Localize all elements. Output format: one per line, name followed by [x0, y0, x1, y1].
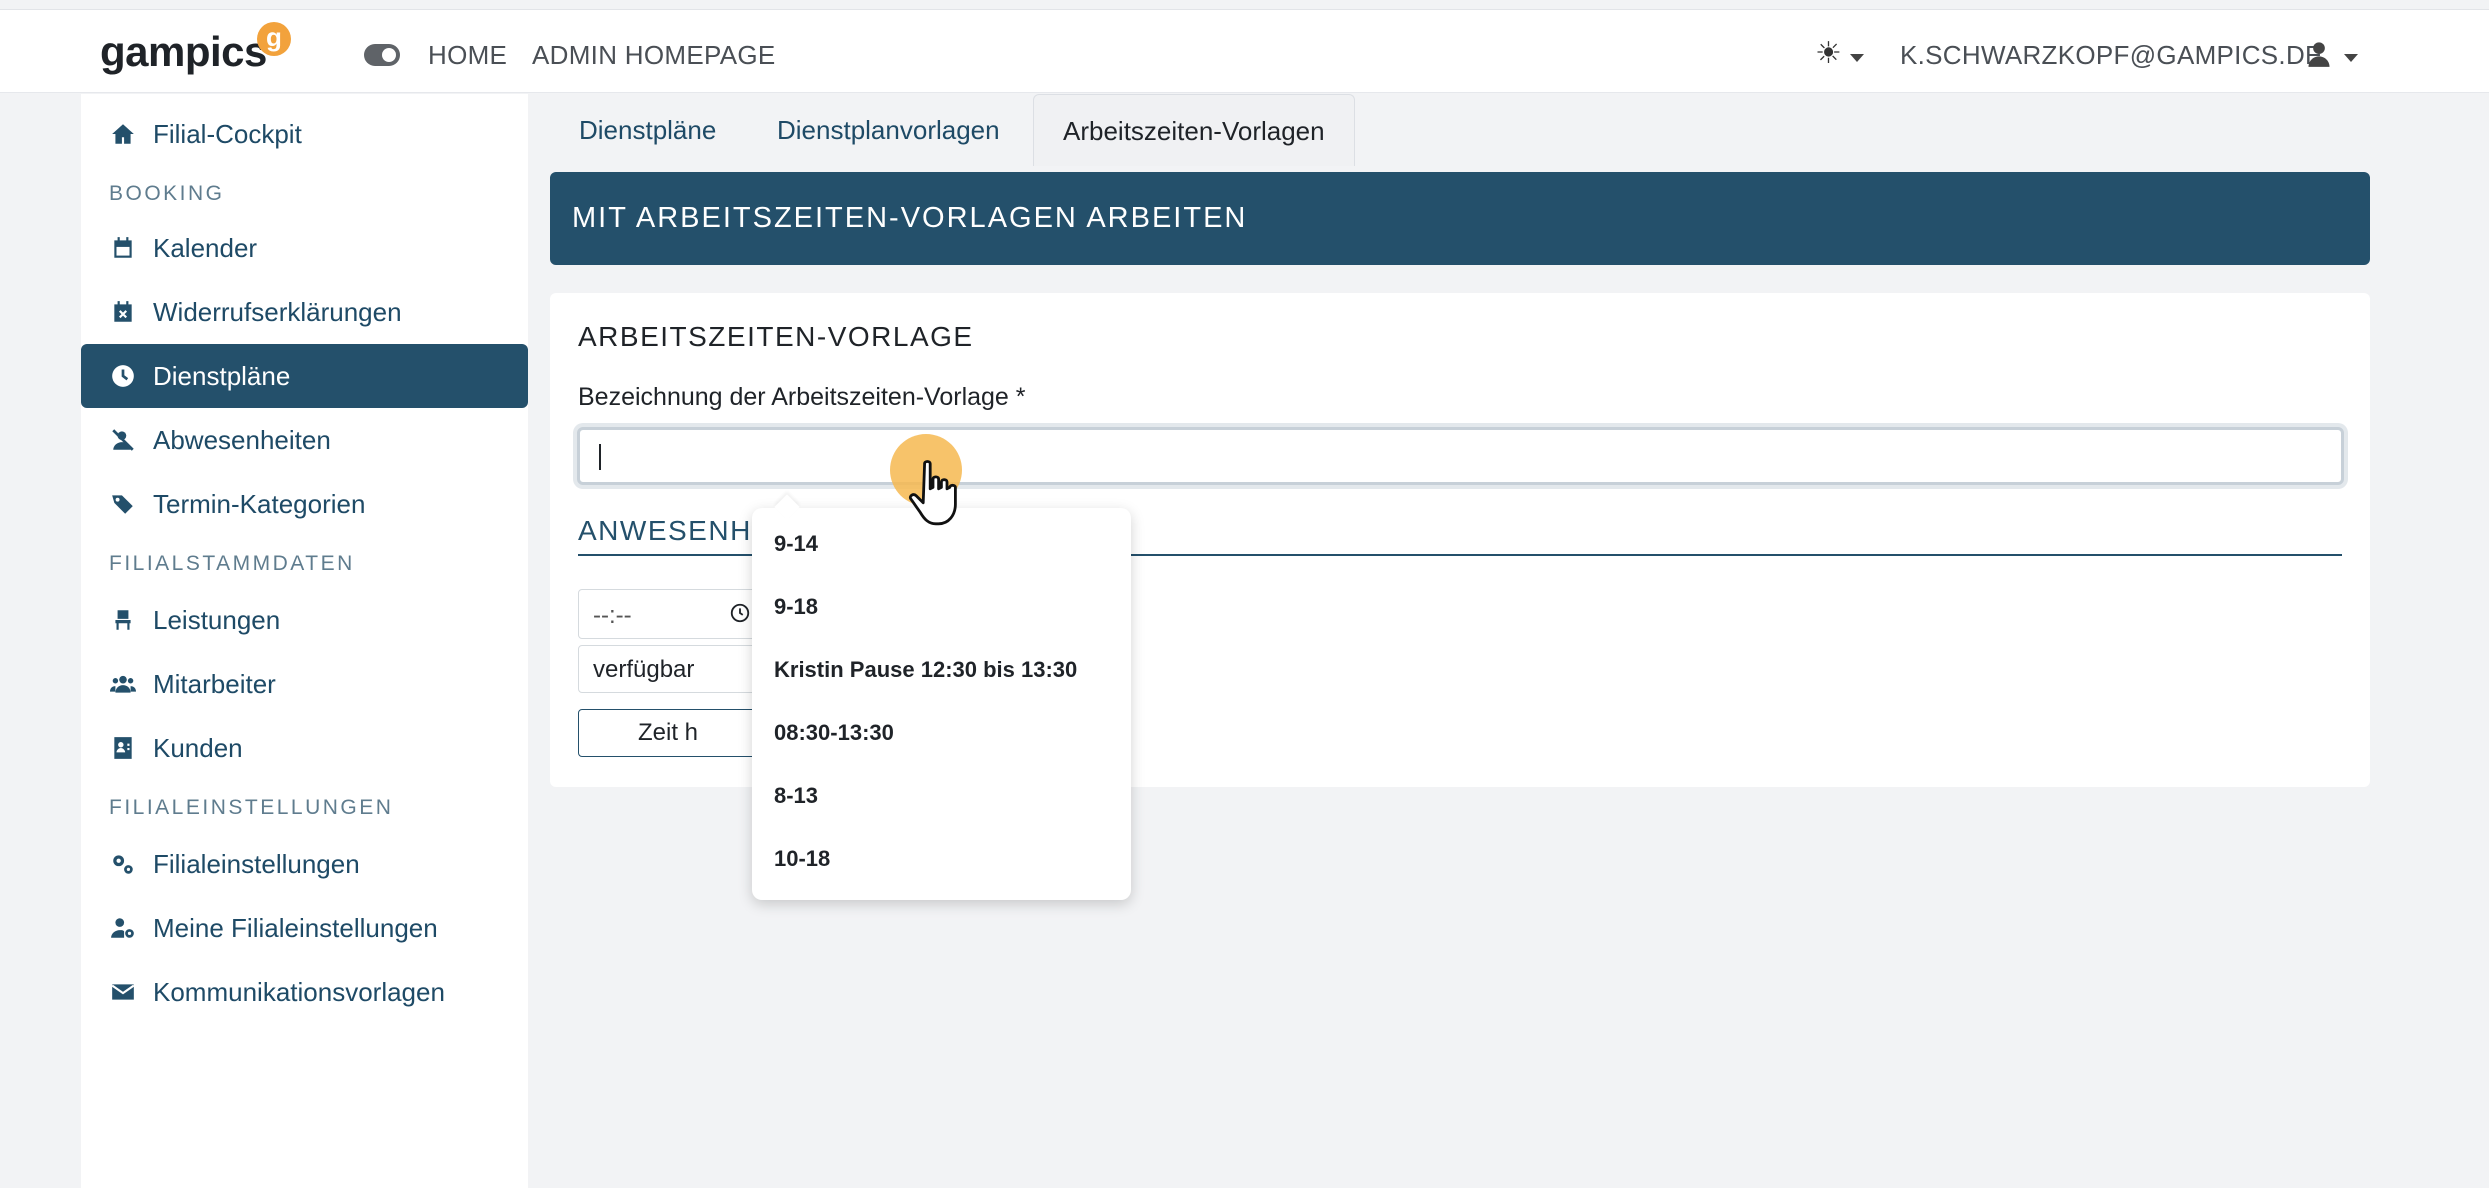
top-navbar: gampics g HOME ADMIN HOMEPAGE ☀ K.SCHWAR…	[0, 10, 2489, 93]
sidebar-item-meine-filialeinstellungen[interactable]: Meine Filialeinstellungen	[81, 896, 528, 960]
home-icon	[109, 120, 137, 148]
calendar-x-icon	[109, 298, 137, 326]
sidebar-toggle[interactable]	[364, 44, 400, 66]
sidebar-item-mitarbeiter[interactable]: Mitarbeiter	[81, 652, 528, 716]
sidebar-item-kunden[interactable]: Kunden	[81, 716, 528, 780]
sidebar-item-label: Kunden	[153, 732, 243, 763]
tab-dienstplanvorlagen[interactable]: Dienstplanvorlagen	[748, 94, 1029, 166]
sidebar-item-label: Abwesenheiten	[153, 424, 331, 455]
section-title-anwesenheit: ANWESENHE	[578, 515, 772, 546]
page-title-banner: MIT ARBEITSZEITEN-VORLAGEN ARBEITEN	[550, 172, 2370, 265]
sidebar-heading-filialstammdaten: FILIALSTAMMDATEN	[109, 552, 355, 575]
dropdown-option[interactable]: Kristin Pause 12:30 bis 13:30	[774, 657, 1077, 683]
sidebar-item-label: Dienstpläne	[153, 360, 291, 391]
sidebar-item-label: Kalender	[153, 232, 258, 263]
card-title: ARBEITSZEITEN-VORLAGE	[578, 321, 974, 352]
hand-cursor-icon	[908, 460, 957, 526]
name-input[interactable]	[577, 427, 2344, 485]
text-caret	[599, 444, 601, 470]
sidebar-item-label: Widerrufserklärungen	[153, 296, 402, 327]
availability-select[interactable]: verfügbar	[578, 645, 758, 693]
name-field-label: Bezeichnung der Arbeitszeiten-Vorlage *	[578, 383, 1026, 411]
dropdown-option[interactable]: 8-13	[774, 783, 818, 809]
sidebar-item-label: Filialeinstellungen	[153, 848, 360, 879]
window-top-edge	[0, 0, 2489, 10]
sidebar-item-termin-kategorien[interactable]: Termin-Kategorien	[81, 472, 528, 536]
sidebar-item-filial-cockpit[interactable]: Filial-Cockpit	[81, 102, 528, 166]
sidebar-item-label: Meine Filialeinstellungen	[153, 912, 438, 943]
dropdown-option[interactable]: 08:30-13:30	[774, 720, 894, 746]
user-email[interactable]: K.SCHWARZKOPF@GAMPICS.DE	[1900, 40, 2323, 71]
user-gear-icon	[109, 914, 137, 942]
sun-icon[interactable]: ☀	[1815, 36, 1842, 71]
nav-home-link[interactable]: HOME	[428, 40, 507, 71]
users-icon	[109, 670, 137, 698]
clock-icon	[109, 362, 137, 390]
time-placeholder: --:--	[593, 602, 632, 629]
tab-arbeitszeiten-vorlagen[interactable]: Arbeitszeiten-Vorlagen	[1033, 94, 1355, 166]
contact-card-icon	[109, 734, 137, 762]
sidebar-item-kalender[interactable]: Kalender	[81, 216, 528, 280]
sidebar-item-abwesenheiten[interactable]: Abwesenheiten	[81, 408, 528, 472]
logo-badge: g	[257, 22, 291, 56]
dropdown-option[interactable]: 9-18	[774, 594, 818, 620]
dropdown-option[interactable]: 9-14	[774, 531, 818, 557]
sidebar-item-kommunikationsvorlagen[interactable]: Kommunikationsvorlagen	[81, 960, 528, 1024]
user-chevron-down-icon[interactable]	[2344, 54, 2358, 62]
clock-icon[interactable]	[729, 602, 751, 624]
sidebar-heading-filialeinstellungen: FILIALEINSTELLUNGEN	[109, 796, 394, 819]
user-icon[interactable]	[2305, 40, 2333, 68]
theme-chevron-down-icon[interactable]	[1850, 54, 1864, 62]
sidebar-item-leistungen[interactable]: Leistungen	[81, 588, 528, 652]
calendar-icon	[109, 234, 137, 262]
chair-icon	[109, 606, 137, 634]
gears-icon	[109, 850, 137, 878]
logo[interactable]: gampics	[100, 28, 267, 76]
sidebar-item-label: Termin-Kategorien	[153, 488, 366, 519]
sidebar: Filial-Cockpit BOOKING Kalender Widerruf…	[81, 94, 528, 1188]
tab-bar: Dienstpläne Dienstplanvorlagen Arbeitsze…	[550, 94, 2370, 166]
tab-dienstplaene[interactable]: Dienstpläne	[550, 94, 745, 166]
dropdown-option[interactable]: 10-18	[774, 846, 830, 872]
sidebar-heading-booking: BOOKING	[109, 182, 225, 205]
add-time-button[interactable]: Zeit h	[578, 709, 758, 757]
envelope-icon	[109, 978, 137, 1006]
sidebar-item-widerrufserklaerungen[interactable]: Widerrufserklärungen	[81, 280, 528, 344]
sidebar-item-label: Leistungen	[153, 604, 281, 635]
sidebar-item-label: Kommunikationsvorlagen	[153, 976, 445, 1007]
sidebar-item-label: Mitarbeiter	[153, 668, 276, 699]
nav-admin-homepage-link[interactable]: ADMIN HOMEPAGE	[532, 40, 776, 71]
sidebar-item-label: Filial-Cockpit	[153, 118, 302, 149]
user-slash-icon	[109, 426, 137, 454]
time-input[interactable]: --:--	[578, 589, 758, 639]
tags-icon	[109, 490, 137, 518]
autocomplete-dropdown: 9-14 9-18 Kristin Pause 12:30 bis 13:30 …	[752, 508, 1131, 900]
sidebar-item-dienstplaene[interactable]: Dienstpläne	[81, 344, 528, 408]
sidebar-item-filialeinstellungen[interactable]: Filialeinstellungen	[81, 832, 528, 896]
